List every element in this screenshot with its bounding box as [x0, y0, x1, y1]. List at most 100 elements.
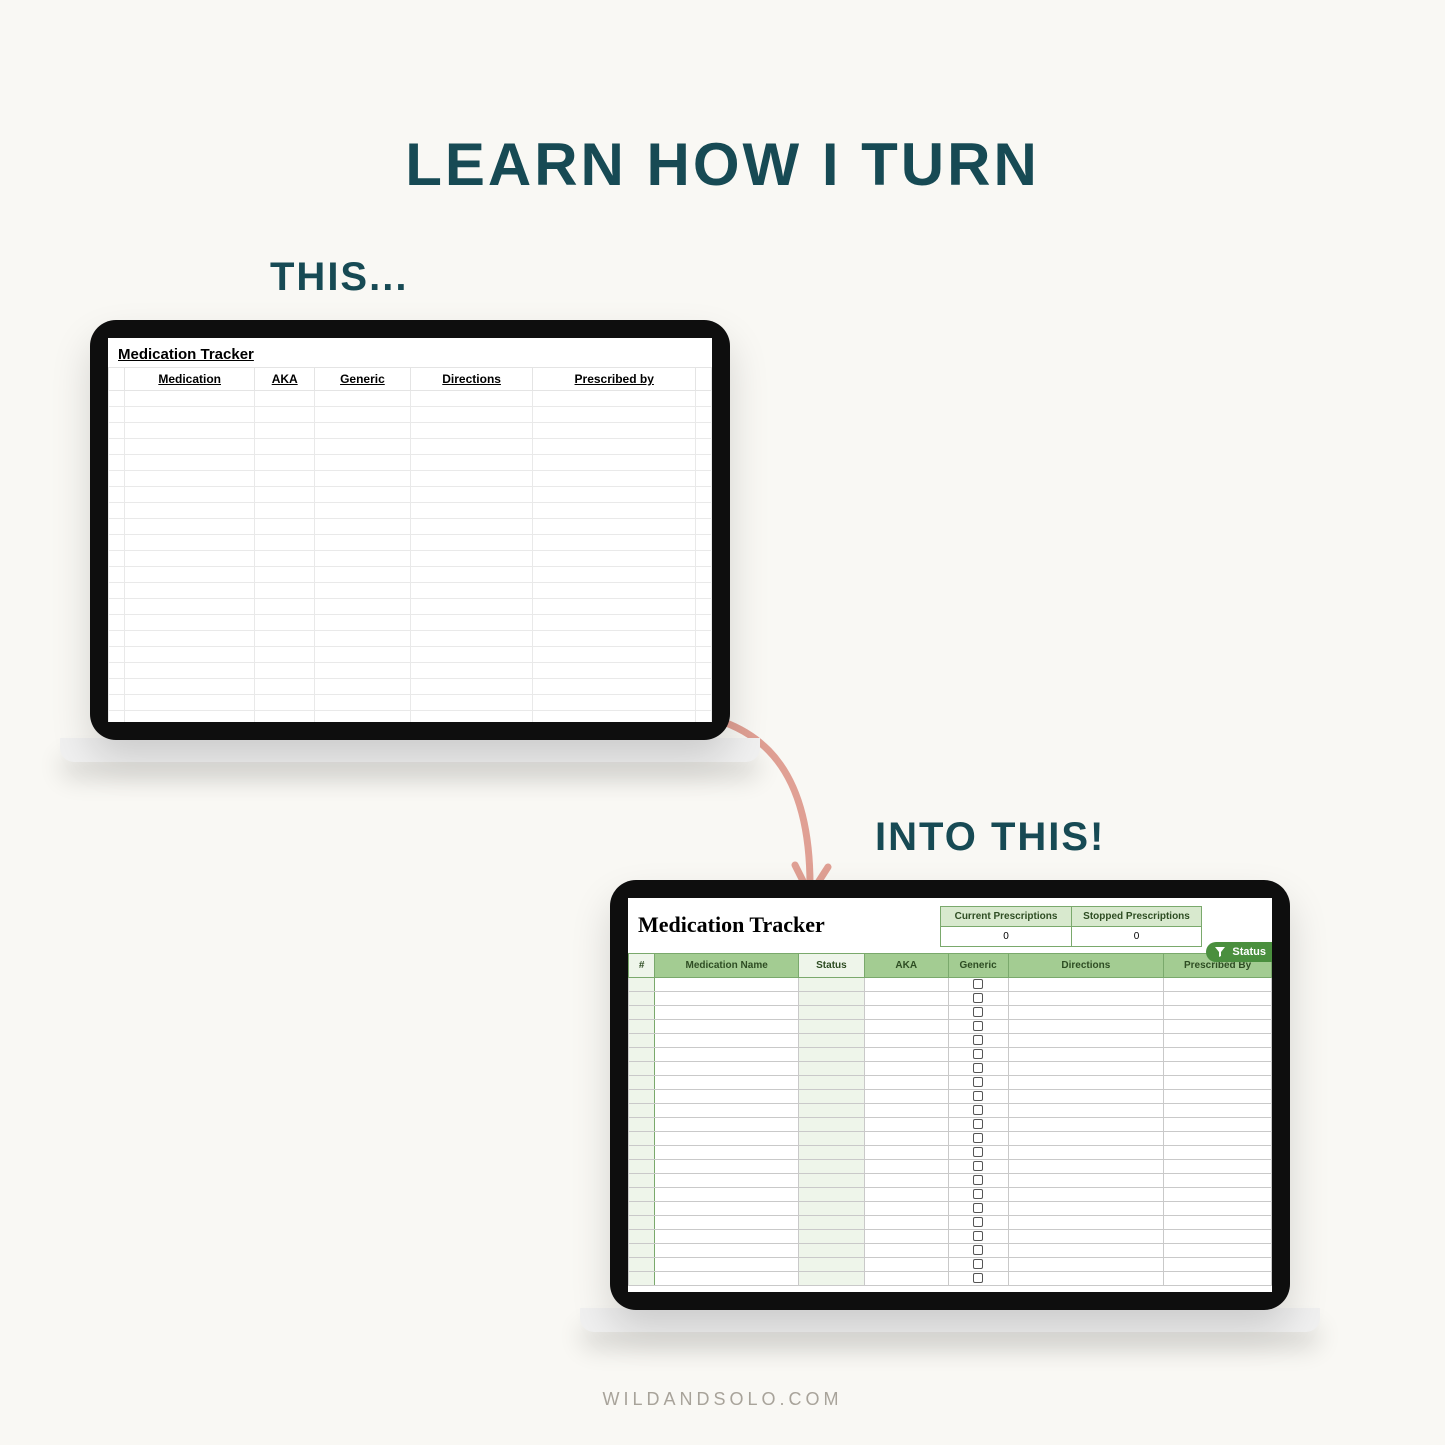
table-row[interactable] — [629, 1076, 1272, 1090]
table-row[interactable] — [629, 1174, 1272, 1188]
table-row[interactable] — [109, 503, 712, 519]
table-row[interactable] — [109, 423, 712, 439]
generic-checkbox[interactable] — [973, 1105, 983, 1115]
table-row[interactable] — [629, 1118, 1272, 1132]
table-row[interactable] — [629, 1258, 1272, 1272]
table-row[interactable] — [109, 519, 712, 535]
table-row[interactable] — [109, 663, 712, 679]
generic-checkbox[interactable] — [973, 1245, 983, 1255]
generic-checkbox[interactable] — [973, 1189, 983, 1199]
generic-checkbox[interactable] — [973, 1119, 983, 1129]
table-row[interactable] — [629, 1188, 1272, 1202]
generic-checkbox[interactable] — [973, 1259, 983, 1269]
table-row[interactable] — [629, 1048, 1272, 1062]
table-row[interactable] — [629, 1062, 1272, 1076]
status-filter-pill[interactable]: Status — [1206, 942, 1272, 962]
generic-checkbox[interactable] — [973, 1175, 983, 1185]
table-row[interactable] — [629, 1034, 1272, 1048]
styled-table: # Medication Name Status AKA Generic Dir… — [628, 953, 1272, 1286]
table-row[interactable] — [109, 599, 712, 615]
table-row[interactable] — [109, 407, 712, 423]
table-row[interactable] — [629, 1272, 1272, 1286]
styled-header-aka: AKA — [864, 954, 948, 978]
plain-spreadsheet: Medication Tracker Medication AKA Generi… — [108, 338, 712, 722]
table-row[interactable] — [109, 679, 712, 695]
styled-top-bar: Medication Tracker Current Prescriptions… — [628, 898, 1272, 953]
summary-current-value: 0 — [941, 927, 1071, 946]
generic-checkbox[interactable] — [973, 1007, 983, 1017]
generic-checkbox[interactable] — [973, 1063, 983, 1073]
styled-header-status: Status — [799, 954, 865, 978]
generic-checkbox[interactable] — [973, 1035, 983, 1045]
plain-header-blank — [109, 368, 125, 391]
generic-checkbox[interactable] — [973, 1147, 983, 1157]
generic-checkbox[interactable] — [973, 1091, 983, 1101]
summary-current-label: Current Prescriptions — [941, 907, 1071, 927]
table-row[interactable] — [629, 992, 1272, 1006]
table-row[interactable] — [629, 1104, 1272, 1118]
laptop-after-base — [580, 1308, 1320, 1332]
table-row[interactable] — [109, 647, 712, 663]
laptop-before: Medication Tracker Medication AKA Generi… — [90, 320, 760, 762]
plain-header-trailing — [696, 368, 712, 391]
table-row[interactable] — [629, 1160, 1272, 1174]
table-row[interactable] — [109, 439, 712, 455]
laptop-after-screen: Medication Tracker Current Prescriptions… — [610, 880, 1290, 1310]
table-row[interactable] — [629, 1090, 1272, 1104]
plain-table: Medication AKA Generic Directions Prescr… — [108, 367, 712, 722]
plain-header-generic: Generic — [315, 368, 411, 391]
table-row[interactable] — [629, 1202, 1272, 1216]
table-row[interactable] — [629, 1146, 1272, 1160]
generic-checkbox[interactable] — [973, 1077, 983, 1087]
generic-checkbox[interactable] — [973, 1273, 983, 1283]
generic-checkbox[interactable] — [973, 1021, 983, 1031]
table-row[interactable] — [629, 1244, 1272, 1258]
table-row[interactable] — [109, 711, 712, 723]
generic-checkbox[interactable] — [973, 1217, 983, 1227]
styled-spreadsheet: Medication Tracker Current Prescriptions… — [628, 898, 1272, 1292]
laptop-after: Medication Tracker Current Prescriptions… — [610, 880, 1320, 1332]
table-row[interactable] — [629, 1006, 1272, 1020]
table-row[interactable] — [109, 391, 712, 407]
plain-header-directions: Directions — [410, 368, 533, 391]
generic-checkbox[interactable] — [973, 1049, 983, 1059]
styled-header-medication-name: Medication Name — [655, 954, 799, 978]
table-row[interactable] — [109, 567, 712, 583]
label-into-this: INTO THIS! — [875, 815, 1105, 860]
summary-current: Current Prescriptions 0 — [941, 907, 1071, 946]
generic-checkbox[interactable] — [973, 1161, 983, 1171]
generic-checkbox[interactable] — [973, 979, 983, 989]
table-row[interactable] — [629, 1216, 1272, 1230]
styled-title: Medication Tracker — [638, 906, 825, 938]
table-row[interactable] — [109, 455, 712, 471]
table-row[interactable] — [629, 1132, 1272, 1146]
table-row[interactable] — [109, 615, 712, 631]
table-row[interactable] — [109, 535, 712, 551]
generic-checkbox[interactable] — [973, 993, 983, 1003]
table-row[interactable] — [109, 487, 712, 503]
table-row[interactable] — [109, 631, 712, 647]
table-row[interactable] — [629, 1230, 1272, 1244]
table-row[interactable] — [109, 551, 712, 567]
table-row[interactable] — [109, 583, 712, 599]
plain-header-aka: AKA — [255, 368, 315, 391]
styled-header-directions: Directions — [1008, 954, 1164, 978]
laptop-before-screen: Medication Tracker Medication AKA Generi… — [90, 320, 730, 740]
summary-stopped-label: Stopped Prescriptions — [1072, 907, 1201, 927]
generic-checkbox[interactable] — [973, 1133, 983, 1143]
styled-header-number: # — [629, 954, 655, 978]
summary-stopped-value: 0 — [1072, 927, 1201, 946]
table-row[interactable] — [109, 471, 712, 487]
status-pill-label: Status — [1232, 946, 1266, 958]
label-this: THIS... — [270, 255, 408, 300]
plain-header-medication: Medication — [125, 368, 255, 391]
generic-checkbox[interactable] — [973, 1203, 983, 1213]
plain-header-prescribed-by: Prescribed by — [533, 368, 696, 391]
table-row[interactable] — [629, 978, 1272, 992]
generic-checkbox[interactable] — [973, 1231, 983, 1241]
table-row[interactable] — [109, 695, 712, 711]
summary-stopped: Stopped Prescriptions 0 — [1071, 907, 1201, 946]
watermark: WILDANDSOLO.COM — [0, 1389, 1445, 1410]
styled-header-generic: Generic — [948, 954, 1008, 978]
table-row[interactable] — [629, 1020, 1272, 1034]
